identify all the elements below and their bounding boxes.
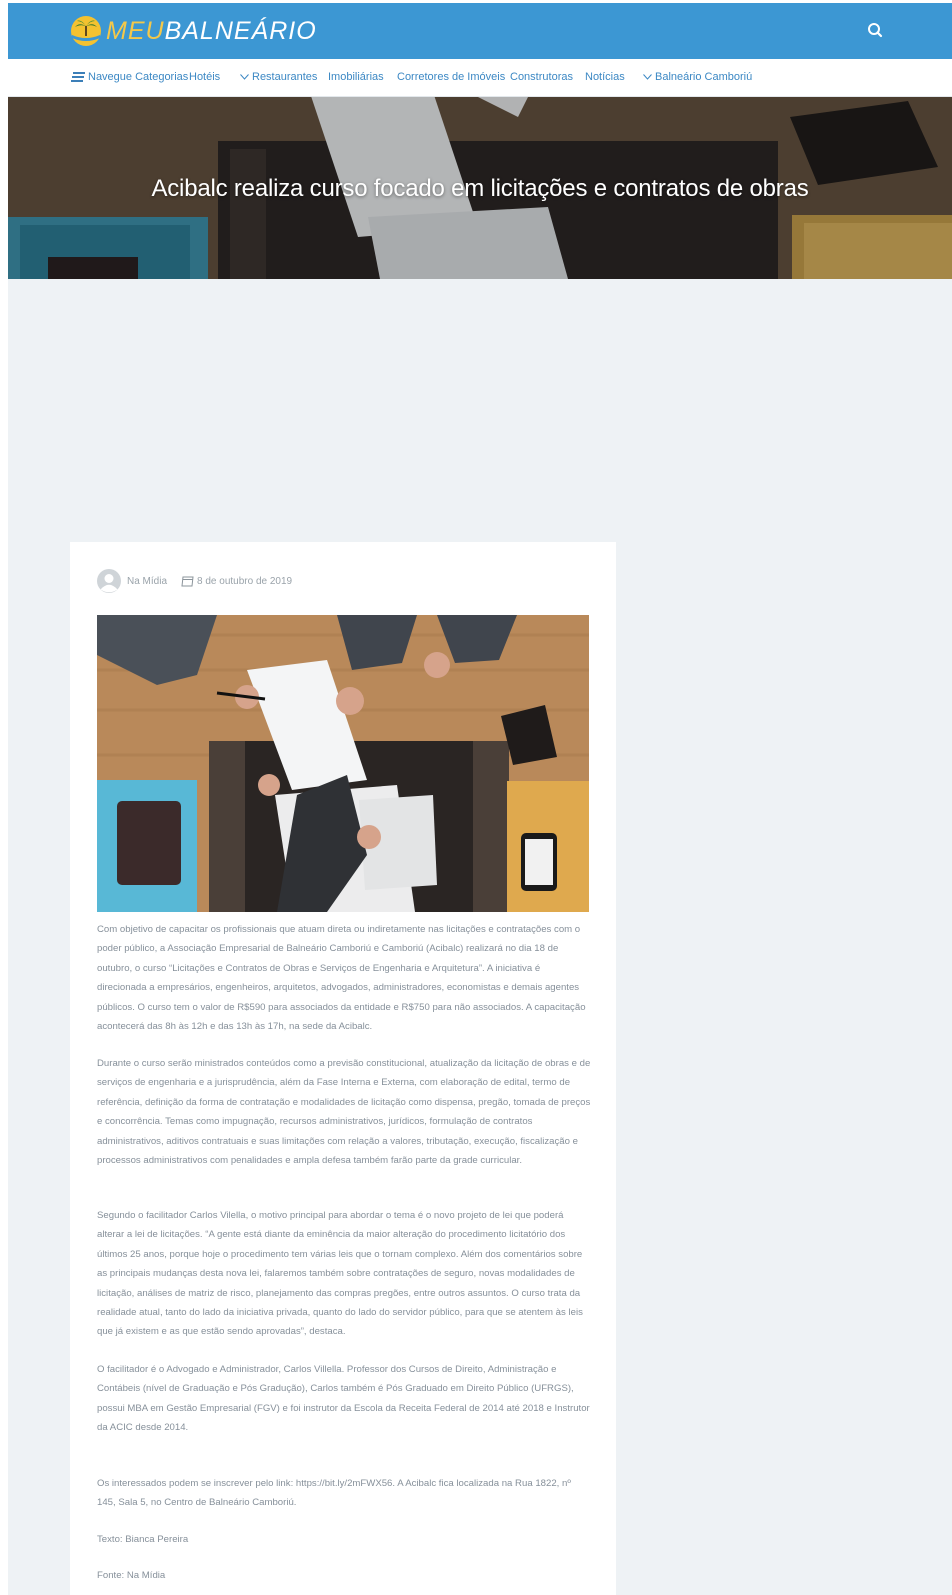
nav-item-navegue-categorias[interactable]: Navegue Categorias (71, 71, 188, 83)
hero-banner: Acibalc realiza curso focado em licitaçõ… (8, 97, 952, 279)
nav-item-label: Imobiliárias (328, 71, 384, 83)
nav-item-label: Restaurantes (252, 71, 318, 83)
menu-lines-icon (71, 72, 85, 82)
site-header: MEUBALNEÁRIO (8, 3, 952, 59)
nav-item-hoteis[interactable]: Hotéis (189, 71, 220, 83)
nav-item-label: Notícias (585, 71, 625, 83)
palm-sun-logo-icon (71, 16, 101, 46)
article-paragraph: Os interessados podem se inscrever pelo … (97, 1478, 571, 1509)
page-frame: MEUBALNEÁRIO Navegue Categorias Hotéis R… (8, 3, 952, 1595)
article-image (97, 615, 589, 912)
search-icon[interactable] (866, 21, 884, 39)
article-paragraph: O facilitador é o Advogado e Administrad… (97, 1364, 590, 1434)
nav-item-construtoras[interactable]: Construtoras (510, 71, 573, 83)
nav-item-label: Corretores de Imóveis (397, 71, 506, 83)
nav-item-restaurantes[interactable]: Restaurantes (240, 71, 317, 83)
nav-item-noticias[interactable]: Notícias (585, 71, 625, 83)
category-nav: Navegue Categorias Hotéis Restaurantes I… (8, 59, 952, 97)
avatar-icon[interactable] (97, 569, 121, 593)
article-paragraph: Durante o curso serão ministrados conteú… (97, 1058, 591, 1167)
article-card: Na Mídia 8 de outubro de 2019 Com objeti… (70, 542, 616, 1595)
post-date: 8 de outubro de 2019 (197, 575, 293, 587)
nav-item-label: Balneário Camboriú (655, 71, 753, 83)
nav-item-corretores[interactable]: Corretores de Imóveis (397, 71, 505, 83)
chevron-down-icon (240, 74, 249, 80)
post-author-link[interactable]: Na Mídia (127, 576, 167, 587)
article-paragraph: Segundo o facilitador Carlos Vilella, o … (97, 1210, 583, 1338)
calendar-icon (181, 576, 194, 586)
article-title: Acibalc realiza curso focado em licitaçõ… (151, 175, 809, 202)
article-credit-source: Fonte: Na Mídia (97, 1570, 166, 1581)
nav-item-label: Hotéis (189, 71, 221, 83)
nav-item-label: Navegue Categorias (88, 71, 189, 83)
logo-word-meu: MEU (106, 16, 165, 45)
nav-item-label: Construtoras (510, 71, 573, 83)
logo-wordmark: MEUBALNEÁRIO (106, 17, 317, 46)
article-credit-text: Texto: Bianca Pereira (97, 1534, 189, 1545)
site-logo[interactable]: MEUBALNEÁRIO (70, 15, 317, 47)
chevron-down-icon (643, 74, 652, 80)
logo-word-balneario: BALNEÁRIO (164, 16, 317, 45)
article-paragraph: Com objetivo de capacitar os profissiona… (97, 924, 586, 1033)
nav-item-balneario-camboriu[interactable]: Balneário Camboriú (643, 71, 752, 83)
nav-item-imobiliarias[interactable]: Imobiliárias (328, 71, 384, 83)
post-meta: Na Mídia 8 de outubro de 2019 (97, 569, 292, 593)
article-photo (97, 615, 589, 912)
